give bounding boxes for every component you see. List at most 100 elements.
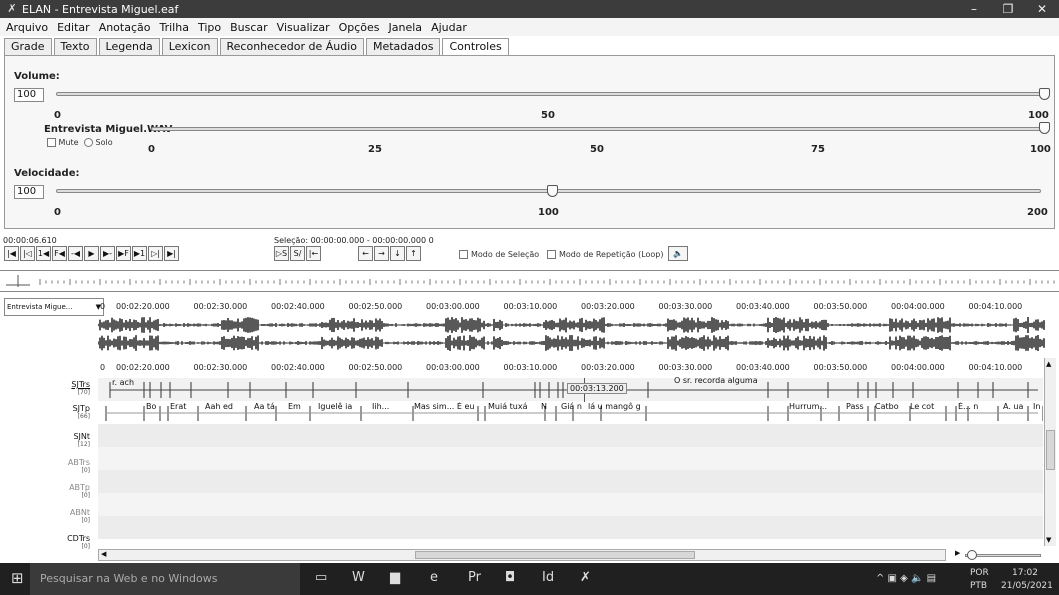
annotation-tp[interactable]: Iih... [372, 402, 398, 411]
annotation-tp[interactable]: Iguelê ia [318, 402, 360, 411]
loop-mode-checkbox[interactable]: Modo de Repetição (Loop) [547, 250, 664, 259]
file-volume-slider-thumb[interactable] [1039, 122, 1050, 134]
previous-second-icon[interactable]: |◁ [20, 246, 35, 261]
annotation-tp[interactable]: Aa tá [254, 402, 280, 411]
pixel-forward-icon[interactable]: ▶- [100, 246, 115, 261]
volume-field[interactable]: 100 [14, 88, 44, 102]
tier-vertical-scrollbar[interactable]: ▲ ▼ [1044, 358, 1056, 546]
input-language-2[interactable]: PTB [970, 581, 987, 591]
play-icon[interactable]: ▶ [84, 246, 99, 261]
tab-reconhecedor[interactable]: Reconhecedor de Áudio [219, 38, 364, 55]
tier-label-abtp[interactable]: ABTp [0] [0, 483, 94, 499]
task-view-icon[interactable]: ▭ [315, 570, 327, 585]
annotation-tp[interactable]: In [1033, 402, 1043, 411]
next-second-icon[interactable]: ▷| [148, 246, 163, 261]
tier-band-abnt[interactable] [98, 493, 1043, 516]
scroll-thumb[interactable] [1046, 430, 1055, 470]
zoom-thumb[interactable] [967, 550, 977, 560]
arrow-up-icon[interactable]: ↑ [406, 246, 421, 261]
arrow-left-icon[interactable]: ← [358, 246, 373, 261]
overview-ruler[interactable] [0, 270, 1059, 292]
tab-legenda[interactable]: Legenda [98, 38, 160, 55]
pixel-back-icon[interactable]: -◀ [68, 246, 83, 261]
annotation-tp[interactable]: Muiá tuxá [488, 402, 532, 411]
menu-arquivo[interactable]: Arquivo [6, 21, 48, 34]
tier-label-sjtp[interactable]: SJTp [66] [0, 404, 94, 420]
close-icon[interactable]: ✕ [1025, 0, 1059, 18]
annotation-tp[interactable]: A. ua [1003, 402, 1029, 411]
menu-visualizar[interactable]: Visualizar [277, 21, 330, 34]
taskbar-search[interactable]: Pesquisar na Web e no Windows [30, 563, 300, 595]
menu-ajudar[interactable]: Ajudar [431, 21, 467, 34]
next-frame-icon[interactable]: ▶1 [132, 246, 147, 261]
speed-field[interactable]: 100 [14, 185, 44, 199]
go-to-end-icon[interactable]: ▶| [164, 246, 179, 261]
solo-radio[interactable]: Solo [84, 138, 113, 147]
menu-anotacao[interactable]: Anotação [99, 21, 151, 34]
tab-texto[interactable]: Texto [53, 38, 97, 55]
elan-taskbar-icon[interactable]: ✗ [580, 570, 591, 585]
tier-band-abtp[interactable] [98, 470, 1043, 493]
scroll-down-icon[interactable]: ▼ [1046, 536, 1051, 544]
clock-time[interactable]: 17:02 [1012, 568, 1038, 578]
tier-band-sjnt[interactable] [98, 424, 1043, 447]
annotation-tp[interactable]: Em [288, 402, 306, 411]
zoom-slider[interactable]: ▶ [955, 549, 1043, 561]
selection-mode-checkbox[interactable]: Modo de Seleção [459, 250, 539, 259]
clock-date[interactable]: 21/05/2021 [1001, 581, 1053, 591]
tier-label-abtrs[interactable]: ABTrs [0] [0, 458, 94, 474]
clear-selection-icon[interactable]: S/ [290, 246, 305, 261]
tier-label-abnt[interactable]: ABNt [0] [0, 508, 94, 524]
annotation-tp[interactable]: Aah ed [205, 402, 243, 411]
minimize-icon[interactable]: – [957, 0, 991, 18]
tier-label-cdtrs[interactable]: CDTrs [0] [0, 534, 94, 550]
step-forward-icon[interactable]: ▶F [116, 246, 131, 261]
annotation-tp[interactable]: Giá n [561, 402, 585, 411]
play-selection-icon[interactable]: ▷S [274, 246, 289, 261]
annotation-tp[interactable]: N [541, 402, 549, 411]
tier-band-abtrs[interactable] [98, 447, 1043, 470]
restore-icon[interactable]: ❐ [991, 0, 1025, 18]
h-scroll-thumb[interactable] [415, 551, 695, 559]
annotation-tp[interactable]: Pass [846, 402, 868, 411]
tier-label-sjnt[interactable]: SJNt [12] [0, 432, 94, 448]
annotation-tp[interactable]: Bo [146, 402, 162, 411]
menu-opcoes[interactable]: Opções [339, 21, 380, 34]
tab-lexicon[interactable]: Lexicon [161, 38, 218, 55]
menu-janela[interactable]: Janela [389, 21, 423, 34]
annotation-tp[interactable]: É... n [958, 402, 982, 411]
edge-icon[interactable]: e [430, 570, 438, 585]
scroll-up-icon[interactable]: ▲ [1046, 360, 1051, 368]
volume-slider-thumb[interactable] [1039, 88, 1050, 100]
annotation-trs[interactable]: r. ach [112, 378, 150, 387]
arrow-right-icon[interactable]: → [374, 246, 389, 261]
waveform-channel-1[interactable] [98, 316, 1046, 334]
speed-slider-thumb[interactable] [546, 185, 558, 197]
annotation-tp[interactable]: Erat [170, 402, 192, 411]
go-to-begin-icon[interactable]: |◀ [4, 246, 19, 261]
tier-label-sjtrs[interactable]: SJTrs [70] [0, 380, 94, 396]
store-icon[interactable]: ◘ [505, 570, 515, 585]
annotation-tp[interactable]: Hurrum... [789, 402, 829, 411]
previous-frame-icon[interactable]: 1◀ [36, 246, 51, 261]
timeline-horizontal-scrollbar[interactable]: ◀ [98, 549, 946, 561]
waveform-channel-2[interactable] [98, 334, 1046, 352]
tab-controles[interactable]: Controles [442, 38, 509, 55]
menu-trilha[interactable]: Trilha [160, 21, 189, 34]
tray-icons[interactable]: ^ ▣ ◈ 🔈 ▤ [876, 573, 936, 584]
windows-start-icon[interactable]: ⊞ [11, 569, 24, 587]
annotation-tp[interactable]: Mas sim... É eu [414, 402, 484, 411]
menu-tipo[interactable]: Tipo [198, 21, 221, 34]
step-back-icon[interactable]: F◀ [52, 246, 67, 261]
tab-metadados[interactable]: Metadados [365, 38, 441, 55]
annotation-tp[interactable]: Le cot [910, 402, 938, 411]
annotation-tp[interactable]: lá u mangô g [588, 402, 646, 411]
arrow-down-icon[interactable]: ↓ [390, 246, 405, 261]
indesign-icon[interactable]: Id [542, 570, 554, 585]
word-icon[interactable]: W [352, 570, 365, 585]
file-volume-slider[interactable] [151, 127, 1041, 131]
annotation-trs[interactable]: O sr. recorda alguma [674, 376, 769, 385]
input-language-1[interactable]: POR [970, 568, 989, 578]
premiere-icon[interactable]: Pr [468, 570, 481, 585]
file-explorer-icon[interactable]: ▆ [390, 570, 400, 585]
